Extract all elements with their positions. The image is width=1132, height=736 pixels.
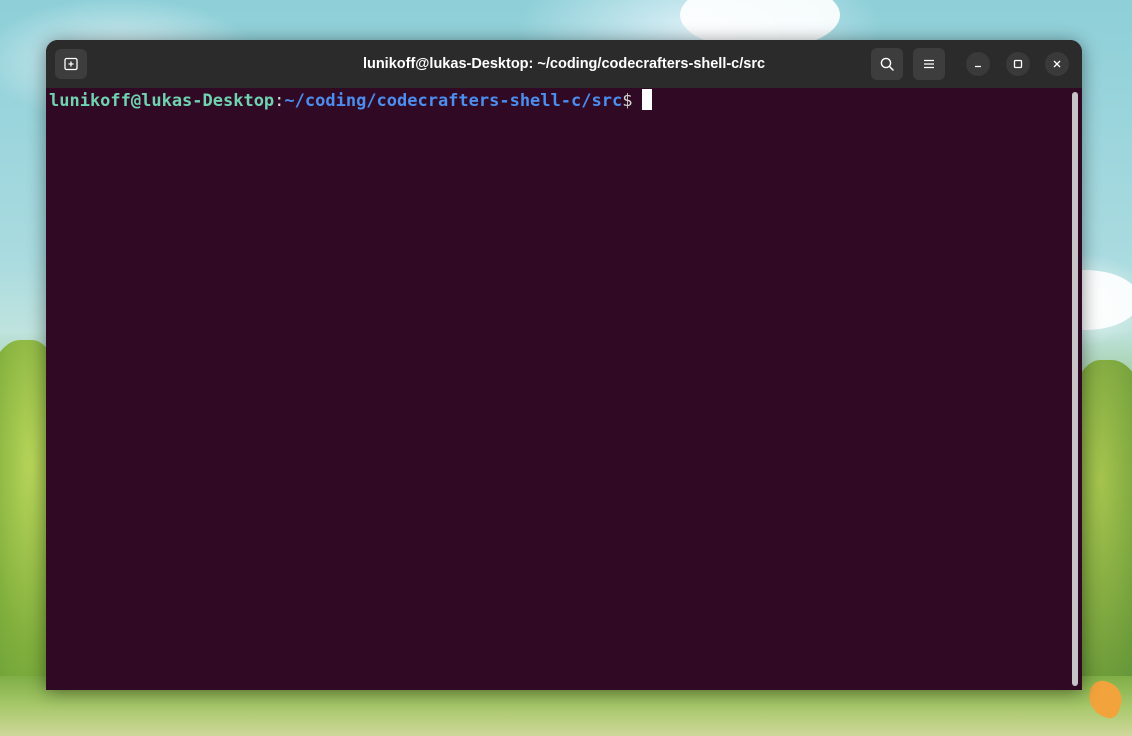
prompt-path: ~/coding/codecrafters-shell-c/src [284,91,623,111]
minimize-icon [975,65,981,68]
new-tab-button[interactable] [55,49,87,79]
text-cursor [642,89,653,110]
title-bar[interactable]: lunikoff@lukas-Desktop: ~/coding/codecra… [46,40,1082,88]
menu-button[interactable] [913,48,945,80]
search-icon [880,57,894,71]
close-button[interactable] [1045,52,1069,76]
scrollbar[interactable] [1072,92,1078,686]
prompt-user-host: lunikoff@lukas-Desktop [49,91,275,111]
search-button[interactable] [871,48,903,80]
new-tab-icon [64,57,78,71]
maximize-icon [1013,59,1023,69]
hamburger-menu-icon [924,59,934,69]
terminal-output[interactable]: lunikoff@lukas-Desktop:~/coding/codecraf… [46,88,1082,690]
terminal-window[interactable]: lunikoff@lukas-Desktop: ~/coding/codecra… [46,40,1082,690]
prompt-separator: : [274,91,285,111]
minimize-button[interactable] [966,52,990,76]
prompt-symbol: $ [622,91,633,111]
close-icon [1053,60,1061,68]
maximize-button[interactable] [1006,52,1030,76]
